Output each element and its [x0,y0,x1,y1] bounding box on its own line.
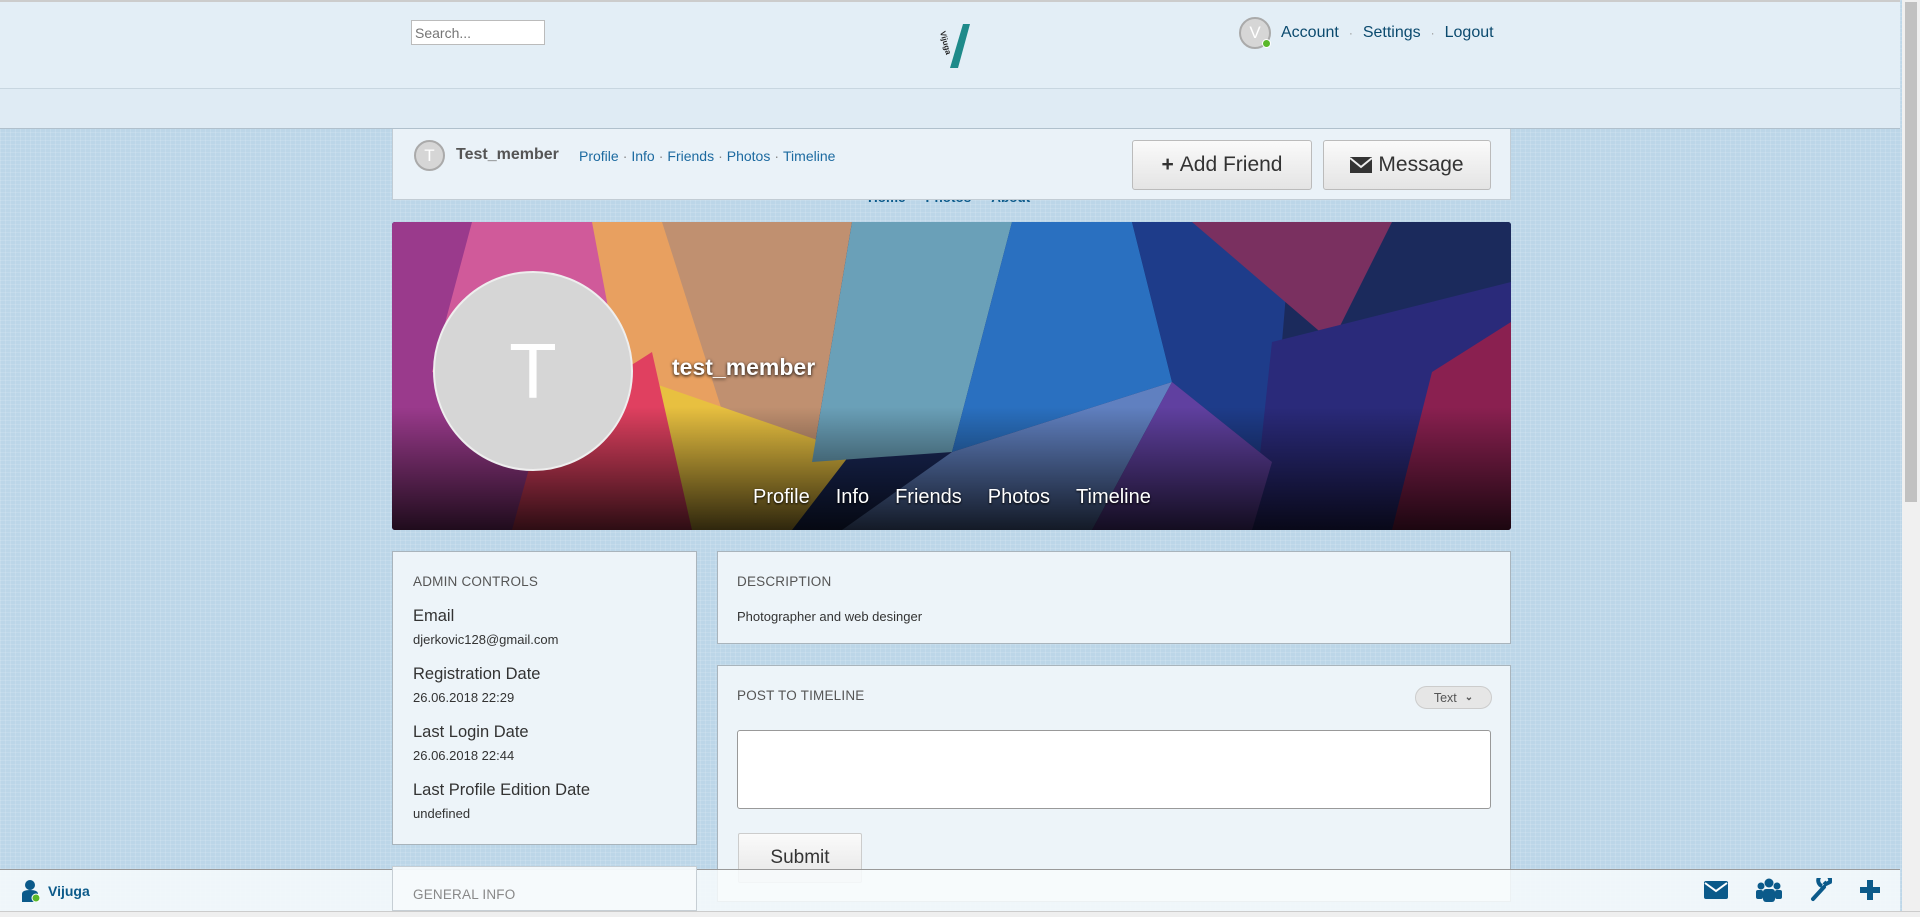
avatar-letter: T [424,145,435,165]
settings-link[interactable]: Settings [1363,24,1421,42]
panel-title: GENERAL INFO [413,887,516,902]
panel-title: DESCRIPTION [737,574,832,589]
cover-link-profile[interactable]: Profile [753,486,810,509]
add-friend-label: Add Friend [1179,153,1283,176]
envelope-icon[interactable] [1704,881,1728,899]
svg-text:Vijuga: Vijuga [938,30,953,56]
envelope-icon [1350,157,1373,173]
chevron-down-icon: ⌄ [1464,692,1474,703]
link-profile[interactable]: Profile [579,148,619,164]
scrollbar-thumb[interactable] [1905,2,1917,502]
field-label: Email [413,607,455,625]
scrollbar[interactable] [1902,0,1920,911]
field-value: 26.06.2018 22:29 [413,690,515,705]
bottom-toolbar: Vijuga [0,869,1900,911]
footer-brand[interactable]: Vijuga [22,880,90,902]
message-button[interactable]: Message [1323,140,1491,190]
message-label: Message [1378,153,1464,176]
online-status-icon [1262,39,1271,48]
post-to-timeline-panel: POST TO TIMELINE Text ⌄ Submit [717,665,1511,902]
cover-username: test_member [672,354,816,380]
cover-link-photos[interactable]: Photos [988,486,1050,509]
cover-link-friends[interactable]: Friends [895,486,962,509]
description-panel: DESCRIPTION Photographer and web desinge… [717,551,1511,644]
plus-icon[interactable] [1860,880,1880,900]
cover-links: Profile Info Friends Photos Timeline [753,486,1151,509]
separator: · [1430,26,1435,40]
plus-icon: + [1161,153,1174,176]
search-input[interactable] [411,20,545,45]
panel-title: POST TO TIMELINE [737,688,865,703]
window-bottom-edge [0,911,1920,917]
wrench-icon[interactable] [1810,878,1832,902]
link-photos[interactable]: Photos [727,148,771,164]
panel-title: ADMIN CONTROLS [413,574,539,589]
users-icon[interactable] [1756,878,1782,902]
avatar-letter: V [1249,23,1261,42]
post-textarea[interactable] [737,730,1491,809]
field-value: 26.06.2018 22:44 [413,748,515,763]
field-label: Last Profile Edition Date [413,781,591,799]
cover-link-info[interactable]: Info [836,486,869,509]
profile-username[interactable]: Test_member [456,146,559,164]
logo[interactable]: Vijuga [928,22,972,70]
avatar-letter: T [509,326,557,415]
link-friends[interactable]: Friends [667,148,714,164]
logout-link[interactable]: Logout [1445,24,1494,42]
admin-controls-panel: ADMIN CONTROLS Email djerkovic128@gmail.… [392,551,697,845]
account-link[interactable]: Account [1281,24,1339,42]
header: Vijuga V Account · Settings · Logout [0,0,1900,89]
general-info-panel: GENERAL INFO [392,866,697,911]
user-avatar[interactable]: V [1239,17,1271,49]
field-label: Registration Date [413,665,541,683]
footer-brand-label: Vijuga [48,883,90,899]
link-timeline[interactable]: Timeline [783,148,835,164]
profile-avatar-large[interactable]: T [433,271,633,471]
profile-avatar-small[interactable]: T [414,140,445,171]
main-nav: Home Photos About [0,89,1900,205]
description-text: Photographer and web desinger [737,609,923,624]
separator: · [1348,26,1353,40]
field-value: undefined [413,806,471,821]
post-type-dropdown[interactable]: Text ⌄ [1415,686,1492,709]
field-value: djerkovic128@gmail.com [413,632,559,647]
user-icon [22,880,40,902]
post-type-value: Text [1433,690,1457,705]
profile-links: Profile · Info · Friends · Photos · Timeline [579,148,836,164]
cover-photo: T test_member Profile Info Friends Photo… [392,222,1511,530]
profile-bar: T Test_member Profile · Info · Friends · Photo… [392,129,1511,200]
link-info[interactable]: Info [631,148,654,164]
field-label: Last Login Date [413,723,529,741]
account-menu: V Account · Settings · Logout [1239,17,1494,49]
add-friend-button[interactable]: + Add Friend [1132,140,1312,190]
cover-link-timeline[interactable]: Timeline [1076,486,1151,509]
